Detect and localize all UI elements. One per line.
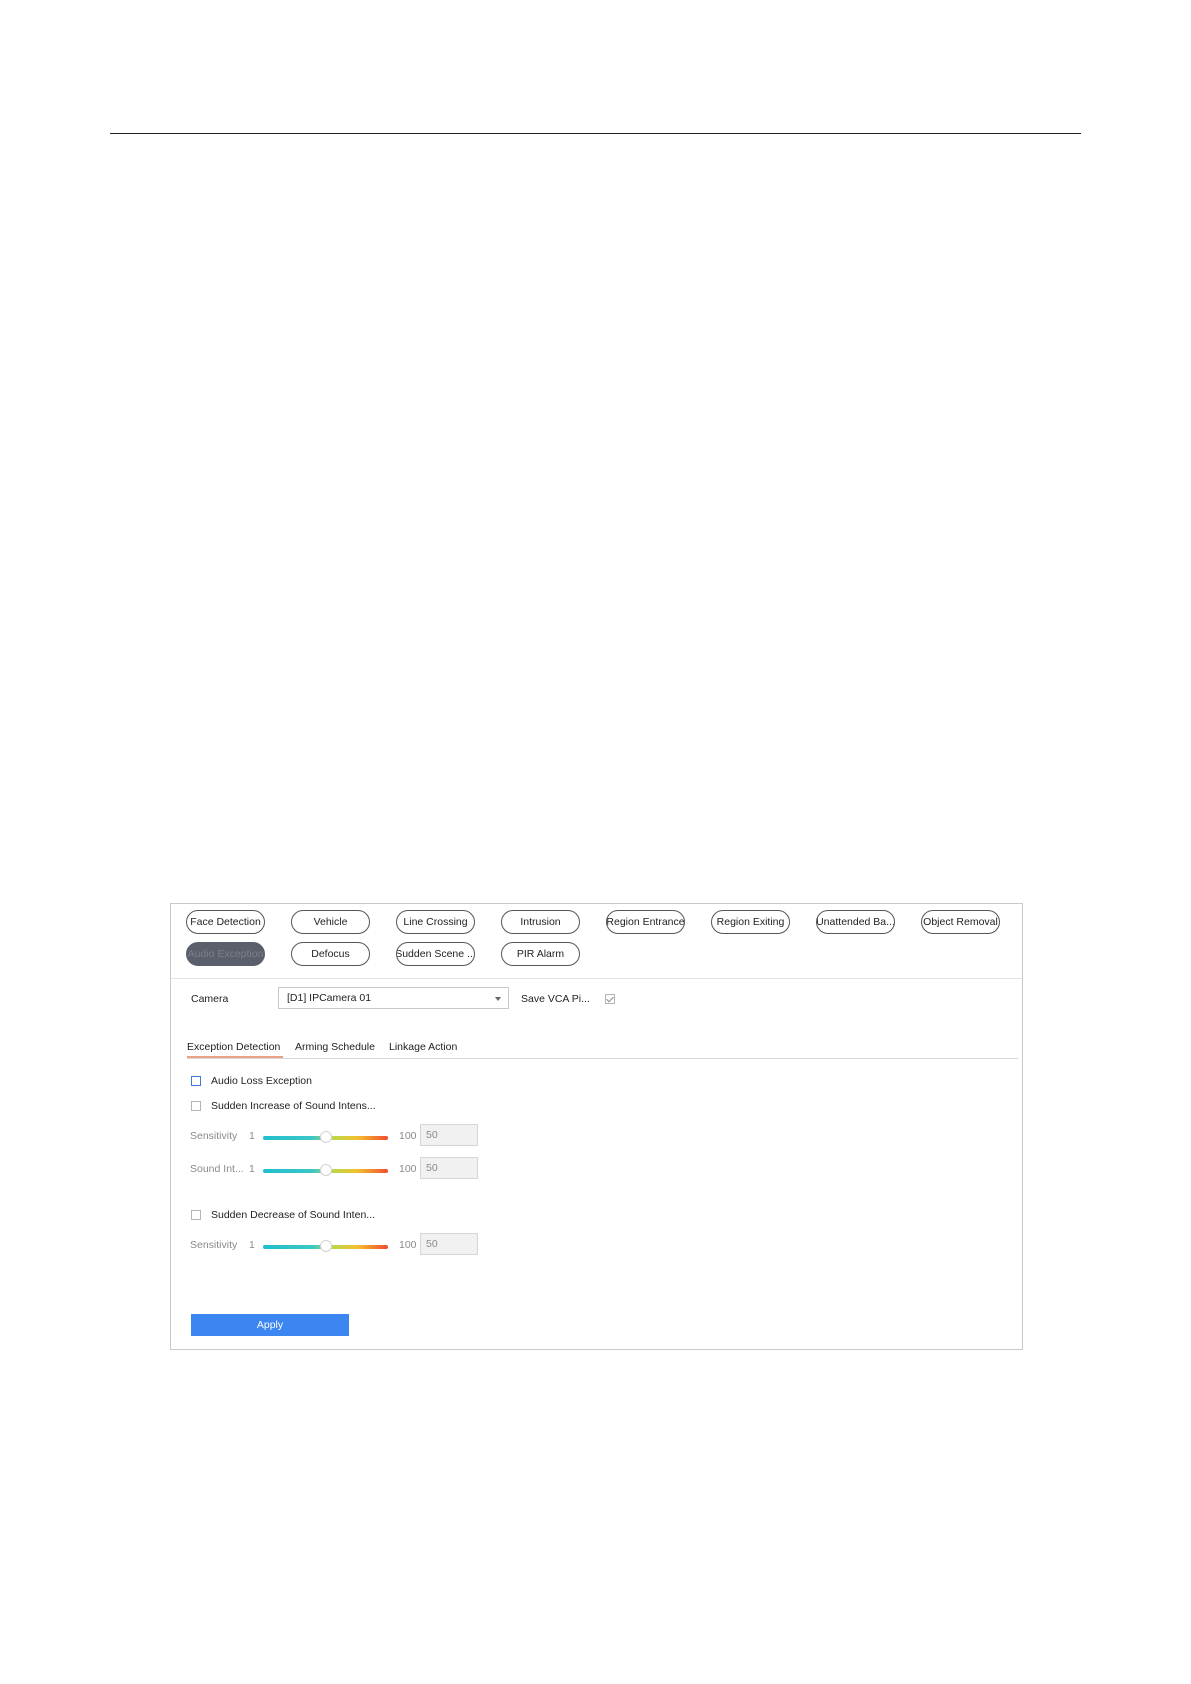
tab-linkage-action[interactable]: Linkage Action bbox=[389, 1041, 457, 1053]
pill-sudden-scene-change[interactable]: Sudden Scene ... bbox=[396, 942, 475, 966]
slider-min-label: 1 bbox=[249, 1163, 255, 1175]
sensitivity-value-input[interactable]: 50 bbox=[420, 1124, 478, 1146]
pill-unattended-baggage[interactable]: Unattended Ba... bbox=[816, 910, 895, 934]
decrease-sensitivity-slider[interactable] bbox=[263, 1240, 388, 1252]
pill-region-exiting[interactable]: Region Exiting bbox=[711, 910, 790, 934]
pill-defocus[interactable]: Defocus bbox=[291, 942, 370, 966]
sudden-decrease-label: Sudden Decrease of Sound Inten... bbox=[211, 1209, 376, 1221]
sensitivity-label: Sensitivity bbox=[190, 1239, 238, 1251]
pill-vehicle[interactable]: Vehicle bbox=[291, 910, 370, 934]
sound-intensity-slider[interactable] bbox=[263, 1164, 388, 1176]
slider-thumb[interactable] bbox=[319, 1164, 332, 1176]
sensitivity-slider[interactable] bbox=[263, 1131, 388, 1143]
pill-line-crossing[interactable]: Line Crossing bbox=[396, 910, 475, 934]
sensitivity-value: 50 bbox=[426, 1129, 438, 1141]
sensitivity-label: Sensitivity bbox=[190, 1130, 238, 1142]
camera-label: Camera bbox=[191, 993, 229, 1005]
sudden-increase-label: Sudden Increase of Sound Intens... bbox=[211, 1100, 376, 1112]
sudden-increase-checkbox[interactable] bbox=[191, 1101, 201, 1111]
pill-intrusion[interactable]: Intrusion bbox=[501, 910, 580, 934]
tabs-divider bbox=[187, 1058, 1018, 1059]
audio-loss-checkbox[interactable] bbox=[191, 1076, 201, 1086]
slider-min-label: 1 bbox=[249, 1239, 255, 1251]
tab-exception-detection[interactable]: Exception Detection bbox=[187, 1041, 280, 1053]
audio-exception-panel: Face Detection Vehicle Line Crossing Int… bbox=[170, 903, 1023, 1350]
sound-intensity-label: Sound Int... bbox=[190, 1163, 244, 1175]
pill-face-detection[interactable]: Face Detection bbox=[186, 910, 265, 934]
chevron-down-icon bbox=[495, 997, 501, 1001]
apply-button[interactable]: Apply bbox=[191, 1314, 349, 1336]
slider-thumb[interactable] bbox=[319, 1240, 332, 1252]
pill-audio-exception[interactable]: Audio Exception bbox=[186, 942, 265, 966]
tab-arming-schedule[interactable]: Arming Schedule bbox=[295, 1041, 375, 1053]
save-vca-label: Save VCA Pi... bbox=[521, 993, 590, 1005]
slider-min-label: 1 bbox=[249, 1130, 255, 1142]
slider-thumb[interactable] bbox=[319, 1131, 332, 1143]
sudden-decrease-checkbox[interactable] bbox=[191, 1210, 201, 1220]
slider-max-label: 100 bbox=[399, 1239, 417, 1251]
slider-max-label: 100 bbox=[399, 1163, 417, 1175]
save-vca-checkbox[interactable] bbox=[605, 994, 615, 1004]
camera-select-value: [D1] IPCamera 01 bbox=[287, 992, 372, 1004]
header-rule bbox=[110, 133, 1081, 134]
decrease-sensitivity-value: 50 bbox=[426, 1238, 438, 1250]
sound-intensity-value: 50 bbox=[426, 1162, 438, 1174]
audio-loss-label: Audio Loss Exception bbox=[211, 1075, 312, 1087]
pills-divider bbox=[171, 978, 1022, 979]
sound-intensity-value-input[interactable]: 50 bbox=[420, 1157, 478, 1179]
pill-object-removal[interactable]: Object Removal bbox=[921, 910, 1000, 934]
pill-region-entrance[interactable]: Region Entrance bbox=[606, 910, 685, 934]
camera-select[interactable]: [D1] IPCamera 01 bbox=[278, 987, 509, 1009]
decrease-sensitivity-value-input[interactable]: 50 bbox=[420, 1233, 478, 1255]
slider-max-label: 100 bbox=[399, 1130, 417, 1142]
apply-label: Apply bbox=[256, 1319, 284, 1331]
active-tab-indicator bbox=[187, 1056, 283, 1058]
pill-pir-alarm[interactable]: PIR Alarm bbox=[501, 942, 580, 966]
